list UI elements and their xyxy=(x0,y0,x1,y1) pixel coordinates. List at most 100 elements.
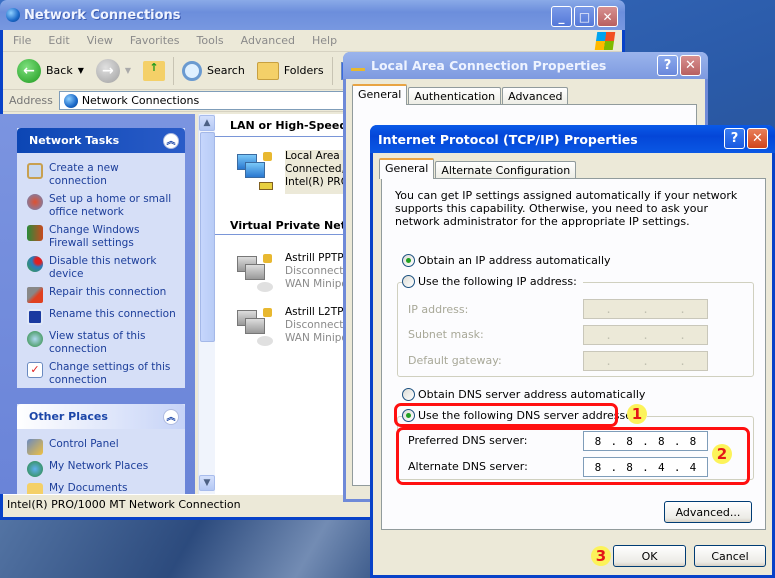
lan-tabs: General Authentication Advanced xyxy=(346,84,705,105)
group-divider xyxy=(215,136,345,137)
tab-alternate-configuration[interactable]: Alternate Configuration xyxy=(435,161,577,179)
help-button[interactable]: ? xyxy=(724,128,745,149)
task-disable-device[interactable]: Disable this network device xyxy=(17,252,185,283)
menu-view[interactable]: View xyxy=(87,34,113,47)
group-vpn-header: Virtual Private Network xyxy=(230,219,345,232)
highlight-step2 xyxy=(396,427,750,485)
step-badge-3: 3 xyxy=(591,546,611,566)
default-gateway-input: ... xyxy=(583,351,708,371)
task-rename[interactable]: Rename this connection xyxy=(17,305,185,327)
vertical-scrollbar[interactable]: ▲ ▼ xyxy=(198,114,215,494)
scroll-down-button[interactable]: ▼ xyxy=(199,475,215,491)
collapse-icon[interactable]: ︽ xyxy=(163,408,179,425)
place-network-places[interactable]: My Network Places xyxy=(17,457,185,479)
step-badge-1: 1 xyxy=(627,404,647,424)
task-pane: Network Tasks ︽ Create a new connection … xyxy=(0,114,195,494)
other-places-panel: Other Places ︽ Control Panel My Network … xyxy=(17,404,185,494)
minimize-button[interactable]: _ xyxy=(551,6,572,27)
firewall-icon xyxy=(27,225,43,241)
connection-astrill-l2tp[interactable]: Astrill L2TP Disconnected WAN Miniport xyxy=(233,306,345,350)
back-button[interactable]: ← Back ▼ xyxy=(13,58,88,83)
my-documents-icon xyxy=(27,483,43,494)
tcpip-dialog-titlebar[interactable]: Internet Protocol (TCP/IP) Properties ? … xyxy=(370,125,775,153)
task-change-settings[interactable]: ✓ Change settings of this connection xyxy=(17,358,185,389)
menu-file[interactable]: File xyxy=(13,34,31,47)
close-button[interactable]: ✕ xyxy=(680,55,701,76)
tab-advanced[interactable]: Advanced xyxy=(502,87,569,105)
dropdown-arrow-icon[interactable]: ▼ xyxy=(78,66,84,75)
help-button[interactable]: ? xyxy=(657,55,678,76)
advanced-button[interactable]: Advanced... xyxy=(664,501,752,523)
ip-address-input: ... xyxy=(583,299,708,319)
maximize-button[interactable]: □ xyxy=(574,6,595,27)
subnet-mask-input: ... xyxy=(583,325,708,345)
other-places-header[interactable]: Other Places ︽ xyxy=(17,404,185,429)
tcpip-tabs: General Alternate Configuration xyxy=(373,158,772,179)
toolbar-separator xyxy=(331,56,333,85)
forward-arrow-icon: → xyxy=(95,58,120,83)
menu-favorites[interactable]: Favorites xyxy=(130,34,180,47)
tab-authentication[interactable]: Authentication xyxy=(408,87,502,105)
network-places-icon xyxy=(27,461,43,477)
radio-use-following-ip[interactable]: Use the following IP address: xyxy=(402,275,583,288)
scroll-up-button[interactable]: ▲ xyxy=(199,115,215,131)
vpn-connection-icon xyxy=(233,252,277,296)
disable-network-icon xyxy=(27,256,43,272)
address-label: Address xyxy=(9,94,53,107)
task-repair[interactable]: Repair this connection xyxy=(17,283,185,305)
cancel-button[interactable]: Cancel xyxy=(694,545,766,567)
toolbar-separator xyxy=(173,56,175,85)
vpn-connection-icon xyxy=(233,306,277,350)
dropdown-arrow-icon: ▼ xyxy=(124,66,132,75)
up-folder-button[interactable]: ↑ xyxy=(139,60,169,81)
repair-wrench-icon xyxy=(27,287,43,303)
radio-button[interactable] xyxy=(402,275,415,288)
group-divider xyxy=(215,234,345,235)
lan-dialog-titlebar[interactable]: Local Area Connection Properties ? ✕ xyxy=(343,52,708,79)
change-settings-icon: ✓ xyxy=(27,362,43,378)
menu-edit[interactable]: Edit xyxy=(48,34,69,47)
explorer-titlebar[interactable]: Network Connections _ □ ✕ xyxy=(0,0,625,30)
close-button[interactable]: ✕ xyxy=(597,6,618,27)
task-view-status[interactable]: View status of this connection xyxy=(17,327,185,358)
control-panel-icon xyxy=(27,439,43,455)
collapse-icon[interactable]: ︽ xyxy=(163,132,179,149)
task-firewall[interactable]: Change Windows Firewall settings xyxy=(17,221,185,252)
tab-general[interactable]: General xyxy=(379,158,435,179)
lan-connection-icon xyxy=(233,150,277,194)
radio-obtain-dns-auto[interactable]: Obtain DNS server address automatically xyxy=(402,388,645,401)
folders-button[interactable]: Folders xyxy=(253,61,328,80)
task-create-connection[interactable]: Create a new connection xyxy=(17,159,185,190)
default-gateway-label: Default gateway: xyxy=(408,354,502,367)
search-icon xyxy=(182,60,203,81)
radio-button[interactable] xyxy=(402,388,415,401)
subnet-mask-label: Subnet mask: xyxy=(408,328,484,341)
close-button[interactable]: ✕ xyxy=(747,128,768,149)
radio-button-selected[interactable] xyxy=(402,254,415,267)
folder-up-icon: ↑ xyxy=(143,60,166,81)
group-lan-header: LAN or High-Speed Internet xyxy=(230,119,345,132)
view-status-icon xyxy=(27,331,43,347)
windows-logo-icon xyxy=(594,31,616,50)
tcpip-properties-dialog: Internet Protocol (TCP/IP) Properties ? … xyxy=(370,125,775,578)
tcpip-general-panel: You can get IP settings assigned automat… xyxy=(381,178,766,530)
network-connections-icon xyxy=(63,93,78,108)
menu-tools[interactable]: Tools xyxy=(197,34,224,47)
network-tasks-header[interactable]: Network Tasks ︽ xyxy=(17,128,185,153)
ok-button[interactable]: OK xyxy=(613,545,686,567)
tab-general[interactable]: General xyxy=(352,84,408,105)
place-my-documents[interactable]: My Documents xyxy=(17,479,185,494)
connection-astrill-pptp[interactable]: Astrill PPTP Disconnected WAN Miniport xyxy=(233,252,345,296)
radio-obtain-ip-auto[interactable]: Obtain an IP address automatically xyxy=(402,254,611,267)
network-connections-icon xyxy=(6,8,20,22)
forward-button[interactable]: → ▼ xyxy=(92,58,135,83)
menu-help[interactable]: Help xyxy=(312,34,337,47)
task-home-network[interactable]: Set up a home or small office network xyxy=(17,190,185,221)
description-text: You can get IP settings assigned automat… xyxy=(395,189,738,228)
connection-local-area[interactable]: Local Area Connection Connected, Intel(R… xyxy=(233,150,345,194)
network-plug-icon xyxy=(351,61,365,71)
scroll-thumb[interactable] xyxy=(200,132,215,342)
search-button[interactable]: Search xyxy=(178,60,249,81)
menu-advanced[interactable]: Advanced xyxy=(241,34,295,47)
place-control-panel[interactable]: Control Panel xyxy=(17,435,185,457)
